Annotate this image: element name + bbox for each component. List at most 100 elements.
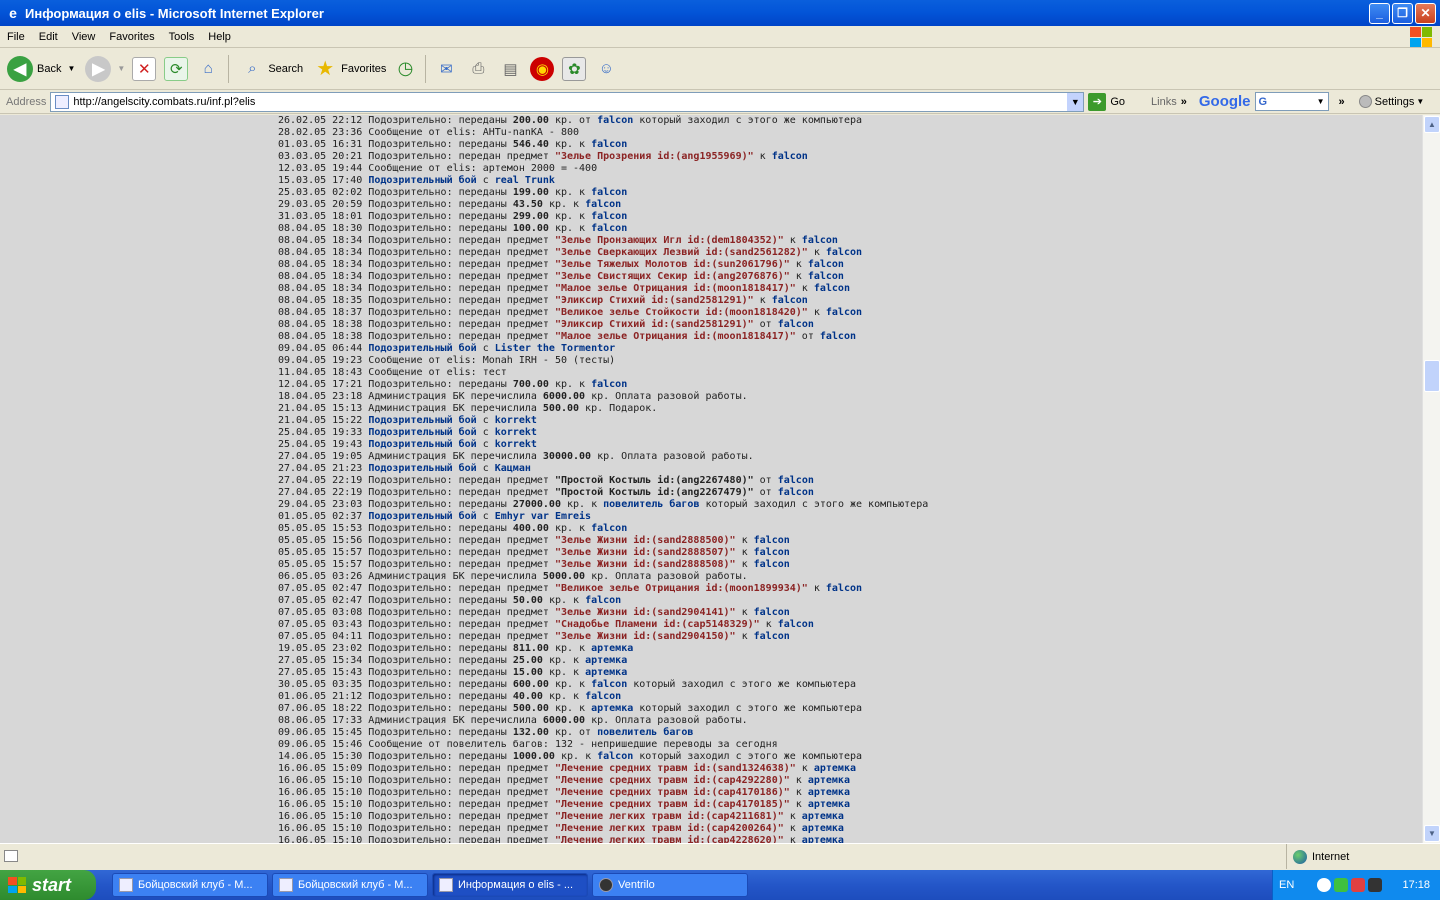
log-link[interactable]: артемка	[591, 703, 633, 714]
log-link[interactable]: falcon	[778, 619, 814, 630]
history-icon[interactable]: ◷	[393, 57, 417, 81]
log-link[interactable]: falcon	[814, 283, 850, 294]
log-link[interactable]: Подозрительный бой	[368, 175, 476, 186]
log-link[interactable]: Emhyr var Emreis	[495, 511, 591, 522]
log-link[interactable]: falcon	[585, 691, 621, 702]
log-link[interactable]: falcon	[802, 235, 838, 246]
log-link[interactable]: falcon	[808, 271, 844, 282]
log-link[interactable]: falcon	[585, 199, 621, 210]
log-link[interactable]: артемка	[808, 775, 850, 786]
settings-button[interactable]: Settings ▼	[1358, 95, 1424, 108]
log-link[interactable]: falcon	[754, 535, 790, 546]
log-link[interactable]: falcon	[591, 679, 627, 690]
links-button[interactable]: Links	[1151, 96, 1177, 108]
log-link[interactable]: falcon	[778, 319, 814, 330]
log-link[interactable]: falcon	[591, 379, 627, 390]
mail-icon[interactable]: ✉	[434, 57, 458, 81]
log-link[interactable]: falcon	[591, 223, 627, 234]
log-link[interactable]: falcon	[754, 631, 790, 642]
log-link[interactable]: falcon	[585, 595, 621, 606]
scroll-thumb[interactable]	[1424, 360, 1440, 392]
menu-favorites[interactable]: Favorites	[102, 31, 161, 43]
log-link[interactable]: falcon	[754, 559, 790, 570]
log-link[interactable]: артемка	[814, 763, 856, 774]
log-link[interactable]: falcon	[754, 607, 790, 618]
log-link[interactable]: falcon	[820, 331, 856, 342]
google-dropdown-icon[interactable]: ▼	[1317, 97, 1325, 106]
log-link[interactable]: Подозрительный бой	[368, 415, 476, 426]
log-link[interactable]: артемка	[808, 799, 850, 810]
log-link[interactable]: Lister the Tormentor	[495, 343, 615, 354]
log-link[interactable]: артемка	[802, 811, 844, 822]
log-link[interactable]: korrekt	[495, 415, 537, 426]
log-link[interactable]: артемка	[802, 835, 844, 843]
minimize-button[interactable]: _	[1369, 2, 1390, 24]
refresh-icon[interactable]: ⟳	[164, 56, 189, 81]
address-dropdown-icon[interactable]: ▼	[1067, 92, 1084, 111]
log-link[interactable]: повелитель багов	[603, 499, 699, 510]
log-link[interactable]: Кацман	[495, 463, 531, 474]
menu-view[interactable]: View	[65, 31, 103, 43]
vertical-scrollbar[interactable]: ▲ ▼	[1422, 115, 1440, 843]
log-link[interactable]: falcon	[772, 151, 808, 162]
log-link[interactable]: falcon	[808, 259, 844, 270]
task-button-info-elis[interactable]: Информация о elis - ...	[432, 873, 588, 897]
go-button[interactable]: ➔ Go	[1088, 92, 1125, 111]
menu-tools[interactable]: Tools	[162, 31, 202, 43]
close-button[interactable]: ✕	[1415, 2, 1436, 24]
search-button[interactable]: ⌕ Search	[237, 52, 306, 86]
nvidia-icon[interactable]	[1368, 878, 1382, 892]
addon-flower-icon[interactable]: ✿	[562, 56, 587, 81]
back-button[interactable]: ◀ Back ▼	[4, 52, 78, 86]
log-link[interactable]: falcon	[597, 751, 633, 762]
task-button-fightclub-2[interactable]: Бойцовский клуб - M...	[272, 873, 428, 897]
language-indicator[interactable]: EN	[1279, 879, 1311, 891]
log-link[interactable]: Подозрительный бой	[368, 439, 476, 450]
address-input[interactable]: http://angelscity.combats.ru/inf.pl?elis…	[50, 91, 1085, 112]
menu-help[interactable]: Help	[201, 31, 238, 43]
log-link[interactable]: falcon	[591, 211, 627, 222]
log-link[interactable]: falcon	[591, 139, 627, 150]
log-link[interactable]: Подозрительный бой	[368, 511, 476, 522]
tray-expand-icon[interactable]	[1317, 878, 1331, 892]
log-link[interactable]: falcon	[778, 475, 814, 486]
edit-icon[interactable]: ▤	[498, 57, 522, 81]
log-link[interactable]: falcon	[772, 295, 808, 306]
task-button-fightclub-1[interactable]: Бойцовский клуб - M...	[112, 873, 268, 897]
chevron-icon[interactable]: »	[1339, 96, 1345, 108]
addon-icon[interactable]: ◉	[530, 56, 555, 81]
back-dropdown-icon[interactable]: ▼	[67, 64, 75, 73]
tray-app-icon[interactable]	[1351, 878, 1365, 892]
stop-icon[interactable]: ✕	[132, 56, 157, 81]
log-link[interactable]: falcon	[754, 547, 790, 558]
scroll-up-icon[interactable]: ▲	[1424, 116, 1440, 133]
home-icon[interactable]: ⌂	[196, 57, 220, 81]
log-link[interactable]: falcon	[597, 115, 633, 126]
log-link[interactable]: повелитель багов	[597, 727, 693, 738]
log-link[interactable]: Подозрительный бой	[368, 427, 476, 438]
menu-edit[interactable]: Edit	[32, 31, 65, 43]
log-link[interactable]: falcon	[778, 487, 814, 498]
forward-dropdown-icon[interactable]: ▼	[117, 64, 125, 73]
menu-file[interactable]: File	[0, 31, 32, 43]
log-link[interactable]: real Trunk	[495, 175, 555, 186]
messenger-icon[interactable]: ☺	[594, 57, 618, 81]
log-link[interactable]: артемка	[808, 787, 850, 798]
chevron-icon[interactable]: »	[1181, 96, 1187, 108]
log-link[interactable]: falcon	[826, 583, 862, 594]
log-link[interactable]: Подозрительный бой	[368, 463, 476, 474]
log-link[interactable]: korrekt	[495, 439, 537, 450]
start-button[interactable]: start	[0, 870, 96, 900]
log-link[interactable]: Подозрительный бой	[368, 343, 476, 354]
log-link[interactable]: falcon	[826, 247, 862, 258]
forward-button[interactable]: ▶ ▼	[82, 52, 128, 86]
log-link[interactable]: falcon	[826, 307, 862, 318]
log-link[interactable]: артемка	[591, 643, 633, 654]
print-icon[interactable]: ⎙	[466, 57, 490, 81]
google-search-box[interactable]: G ▼	[1254, 92, 1329, 111]
favorites-button[interactable]: ★ Favorites	[310, 52, 389, 86]
log-link[interactable]: артемка	[802, 823, 844, 834]
log-link[interactable]: артемка	[585, 667, 627, 678]
scroll-down-icon[interactable]: ▼	[1424, 825, 1440, 842]
address-url[interactable]: http://angelscity.combats.ru/inf.pl?elis	[73, 96, 1067, 108]
